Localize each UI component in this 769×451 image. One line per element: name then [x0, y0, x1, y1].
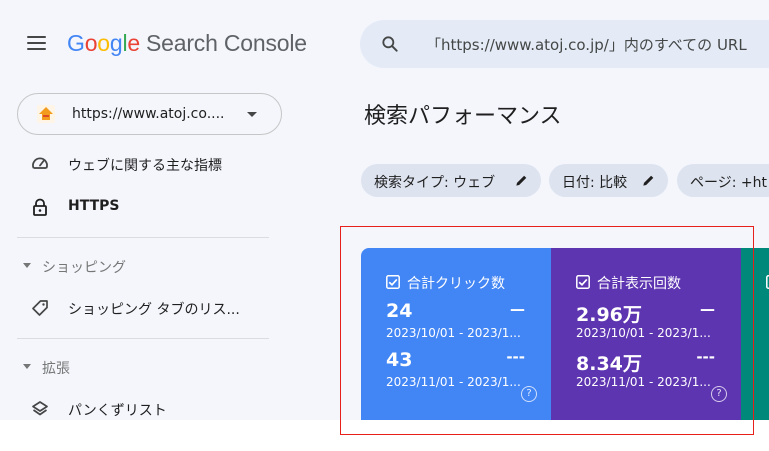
metric-delta-1: —: [510, 300, 525, 318]
metric-delta-2: ---: [696, 348, 715, 366]
nav-item-breadcrumbs[interactable]: パンくずリスト: [0, 393, 280, 420]
tag-icon: [32, 300, 48, 316]
sidebar-divider: [17, 338, 269, 339]
metric-delta-1: —: [700, 300, 715, 318]
sidebar-divider: [17, 237, 269, 238]
search-input[interactable]: 「https://www.atoj.co.jp/」内のすべての URL: [426, 34, 747, 55]
metric-card-partial[interactable]: [741, 248, 769, 420]
collapse-arrow-icon: [23, 263, 31, 268]
metric-delta-2: ---: [506, 348, 525, 366]
product-name: Search Console: [146, 30, 307, 56]
help-icon[interactable]: ?: [521, 386, 537, 402]
nav-item-https[interactable]: HTTPS: [0, 191, 280, 223]
section-header-enhancements[interactable]: 拡張: [20, 355, 270, 379]
pencil-icon: [516, 175, 527, 186]
lock-icon: [33, 198, 47, 216]
metric-card-total-impressions[interactable]: 合計表示回数 2.96万 — 2023/10/01 - 2023/1... 8.…: [551, 248, 741, 420]
metric-date-range-2: 2023/11/01 - 2023/1...: [386, 375, 521, 389]
filter-chip-search-type[interactable]: 検索タイプ: ウェブ: [361, 164, 541, 197]
menu-icon[interactable]: [27, 36, 46, 50]
help-icon[interactable]: ?: [711, 386, 727, 402]
metric-date-range-2: 2023/11/01 - 2023/1...: [576, 375, 711, 389]
metric-date-range-1: 2023/10/01 - 2023/1...: [576, 326, 711, 340]
collapse-arrow-icon: [23, 364, 31, 369]
layers-icon: [32, 401, 48, 416]
metric-value-period-1: 2.96万: [576, 304, 642, 326]
metric-value-period-2: 43: [386, 349, 413, 371]
checkbox-checked-icon[interactable]: [576, 275, 590, 289]
metric-label: 合計表示回数: [597, 276, 681, 292]
url-inspection-search[interactable]: 「https://www.atoj.co.jp/」内のすべての URL: [360, 20, 769, 68]
filter-chip-date[interactable]: 日付: 比較: [549, 164, 668, 197]
checkbox-checked-icon[interactable]: [386, 275, 400, 289]
property-selector[interactable]: https://www.atoj.co....: [17, 93, 282, 135]
page-title: 検索パフォーマンス: [364, 104, 562, 129]
property-url: https://www.atoj.co....: [72, 106, 225, 122]
section-header-shopping[interactable]: ショッピング: [20, 254, 270, 278]
search-icon: [382, 36, 398, 52]
metric-value-period-2: 8.34万: [576, 353, 642, 375]
metric-card-total-clicks[interactable]: 合計クリック数 24 — 2023/10/01 - 2023/1... 43 -…: [361, 248, 551, 420]
metric-label: 合計クリック数: [407, 276, 505, 292]
metric-value-period-1: 24: [386, 300, 413, 322]
filter-chip-page[interactable]: ページ: +ht: [677, 164, 769, 197]
gauge-icon: [32, 157, 48, 169]
pencil-icon: [643, 175, 654, 186]
search-console-app: Google Search Console 「https://www.atoj.c…: [0, 0, 769, 420]
chevron-down-icon: [247, 112, 257, 117]
nav-item-shopping-tab-listings[interactable]: ショッピング タブのリス...: [0, 292, 280, 324]
nav-item-core-web-vitals[interactable]: ウェブに関する主な指標: [0, 148, 280, 180]
google-search-console-logo[interactable]: Google Search Console: [67, 30, 307, 57]
metric-cards: 合計クリック数 24 — 2023/10/01 - 2023/1... 43 -…: [361, 248, 769, 420]
site-favicon-icon: [37, 105, 55, 123]
metric-date-range-1: 2023/10/01 - 2023/1...: [386, 326, 521, 340]
